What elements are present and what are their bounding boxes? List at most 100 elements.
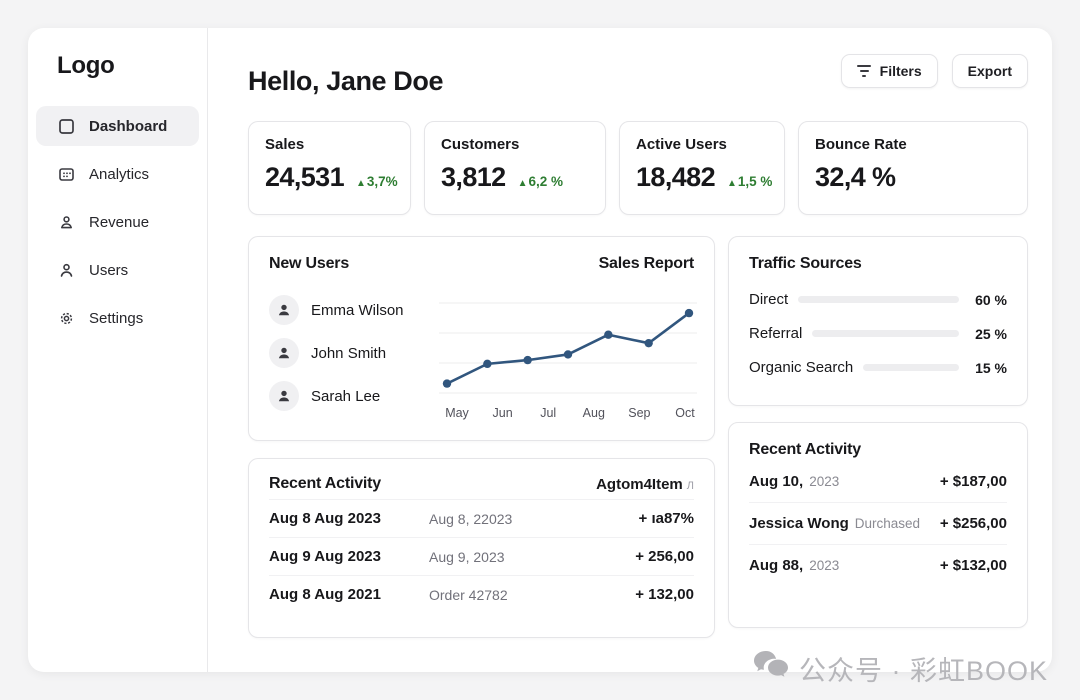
traffic-label: Referral [749, 325, 802, 342]
avatar [269, 381, 299, 411]
sidebar-item-label: Revenue [89, 214, 149, 231]
activity-sub: 2023 [809, 558, 839, 573]
progress-bar [812, 330, 959, 337]
table-row[interactable]: Aug 8 Aug 2021 Order 42782 + 132,00 [269, 575, 694, 613]
stat-label: Active Users [636, 136, 768, 153]
analytics-icon [57, 165, 75, 183]
note-glyph: Л [687, 480, 694, 492]
sidebar-nav: Dashboard Analytics Revenue Users [28, 106, 207, 338]
stat-delta: ▲6,2 % [518, 174, 563, 189]
svg-text:Oct: Oct [675, 406, 695, 420]
stat-card-bounce-rate: Bounce Rate 32,4 % [798, 121, 1028, 215]
logo: Logo [28, 52, 207, 106]
stat-value: 3,812 [441, 162, 506, 193]
list-item[interactable]: Jessica WongDurchased + $256,00 [749, 503, 1007, 545]
progress-bar [798, 296, 959, 303]
activity-sub: 2023 [809, 474, 839, 489]
new-users-card: New Users Sales Report Emma Wilson [248, 236, 715, 441]
traffic-sources-card: Traffic Sources Direct 60 % Referral 25 … [728, 236, 1028, 406]
traffic-row-direct: Direct 60 % [749, 291, 1007, 308]
list-item[interactable]: Aug 10,2023 + $187,00 [749, 461, 1007, 503]
sidebar-item-label: Analytics [89, 166, 149, 183]
table-row[interactable]: Aug 9 Aug 2023 Aug 9, 2023 + 256,00 [269, 537, 694, 575]
new-users-title: New Users [269, 255, 349, 273]
traffic-row-organic-search: Organic Search 15 % [749, 359, 1007, 376]
up-arrow-icon: ▲ [727, 178, 737, 189]
sidebar-item-users[interactable]: Users [36, 250, 199, 290]
traffic-label: Organic Search [749, 359, 853, 376]
gear-icon [57, 309, 75, 327]
left-column: New Users Sales Report Emma Wilson [248, 236, 715, 638]
stat-value: 24,531 [265, 162, 344, 193]
activity-main: Aug 88,2023 [749, 557, 839, 574]
content-columns: New Users Sales Report Emma Wilson [248, 236, 1028, 638]
traffic-percent: 15 % [969, 360, 1007, 376]
activity-amount: + $256,00 [940, 515, 1007, 532]
export-button[interactable]: Export [952, 54, 1028, 88]
app-window: Logo Dashboard Analytics Revenue [28, 28, 1052, 672]
page-title: Hello, Jane Doe [248, 54, 443, 97]
sidebar-item-revenue[interactable]: Revenue [36, 202, 199, 242]
stat-cards-row: Sales 24,531 ▲3,7% Customers 3,812 ▲6,2 … [248, 121, 1028, 215]
stat-card-active-users: Active Users 18,482 ▲1,5 % [619, 121, 785, 215]
sidebar-item-label: Users [89, 262, 128, 279]
stat-label: Sales [265, 136, 394, 153]
activity-amount: + 132,00 [635, 586, 694, 603]
activity-amount: + $132,00 [940, 557, 1007, 574]
stat-value: 18,482 [636, 162, 715, 193]
activity-date: Aug 9 Aug 2023 [269, 548, 429, 565]
filter-icon [857, 65, 872, 76]
sidebar-item-settings[interactable]: Settings [36, 298, 199, 338]
activity-detail: Aug 8, 22023 [429, 511, 639, 527]
activity-date: Aug 8 Aug 2023 [269, 510, 429, 527]
sidebar-item-dashboard[interactable]: Dashboard [36, 106, 199, 146]
export-button-label: Export [968, 63, 1012, 79]
stat-delta: ▲3,7% [356, 174, 398, 189]
list-item[interactable]: John Smith [269, 338, 437, 368]
activity-main: Jessica WongDurchased [749, 515, 920, 532]
user-name: John Smith [311, 345, 386, 362]
stat-card-sales: Sales 24,531 ▲3,7% [248, 121, 411, 215]
filters-button[interactable]: Filters [841, 54, 938, 88]
recent-activity-title: Recent Activity [269, 475, 381, 493]
activity-amount: + $187,00 [940, 473, 1007, 490]
svg-text:Jul: Jul [540, 406, 556, 420]
sales-report-chart: MayJunJulAugSepOct [437, 287, 699, 428]
dashboard-icon [57, 117, 75, 135]
svg-text:May: May [445, 406, 469, 420]
progress-bar [863, 364, 959, 371]
activity-detail: Aug 9, 2023 [429, 549, 635, 565]
filters-button-label: Filters [880, 63, 922, 79]
sidebar-item-label: Dashboard [89, 118, 167, 135]
stat-label: Customers [441, 136, 589, 153]
activity-header-right: Agtom4ItemЛ [596, 476, 694, 493]
recent-activity-card-left: Recent Activity Agtom4ItemЛ Aug 8 Aug 20… [248, 458, 715, 638]
activity-date: Aug 8 Aug 2021 [269, 586, 429, 603]
sidebar-item-label: Settings [89, 310, 143, 327]
list-item[interactable]: Emma Wilson [269, 295, 437, 325]
table-row[interactable]: Aug 8 Aug 2023 Aug 8, 22023 + ıa87% [269, 499, 694, 537]
traffic-percent: 60 % [969, 292, 1007, 308]
stat-card-customers: Customers 3,812 ▲6,2 % [424, 121, 606, 215]
user-name: Sarah Lee [311, 388, 380, 405]
sidebar: Logo Dashboard Analytics Revenue [28, 28, 208, 672]
recent-activity-title: Recent Activity [749, 441, 861, 459]
stat-value: 32,4 % [815, 162, 895, 193]
new-users-list: Emma Wilson John Smith [269, 287, 437, 428]
traffic-label: Direct [749, 291, 788, 308]
list-item[interactable]: Aug 88,2023 + $132,00 [749, 545, 1007, 586]
traffic-sources-title: Traffic Sources [749, 255, 862, 273]
traffic-row-referral: Referral 25 % [749, 325, 1007, 342]
activity-amount: + 256,00 [635, 548, 694, 565]
main-content: Hello, Jane Doe Filters Export Sales 24,… [208, 28, 1052, 672]
page-header: Hello, Jane Doe Filters Export [248, 54, 1028, 97]
sidebar-item-analytics[interactable]: Analytics [36, 154, 199, 194]
traffic-percent: 25 % [969, 326, 1007, 342]
stat-delta: ▲1,5 % [727, 174, 772, 189]
svg-text:Jun: Jun [493, 406, 513, 420]
list-item[interactable]: Sarah Lee [269, 381, 437, 411]
activity-sub: Durchased [855, 516, 920, 531]
sales-report-title: Sales Report [599, 255, 694, 273]
user-name: Emma Wilson [311, 302, 404, 319]
svg-text:Sep: Sep [628, 406, 650, 420]
